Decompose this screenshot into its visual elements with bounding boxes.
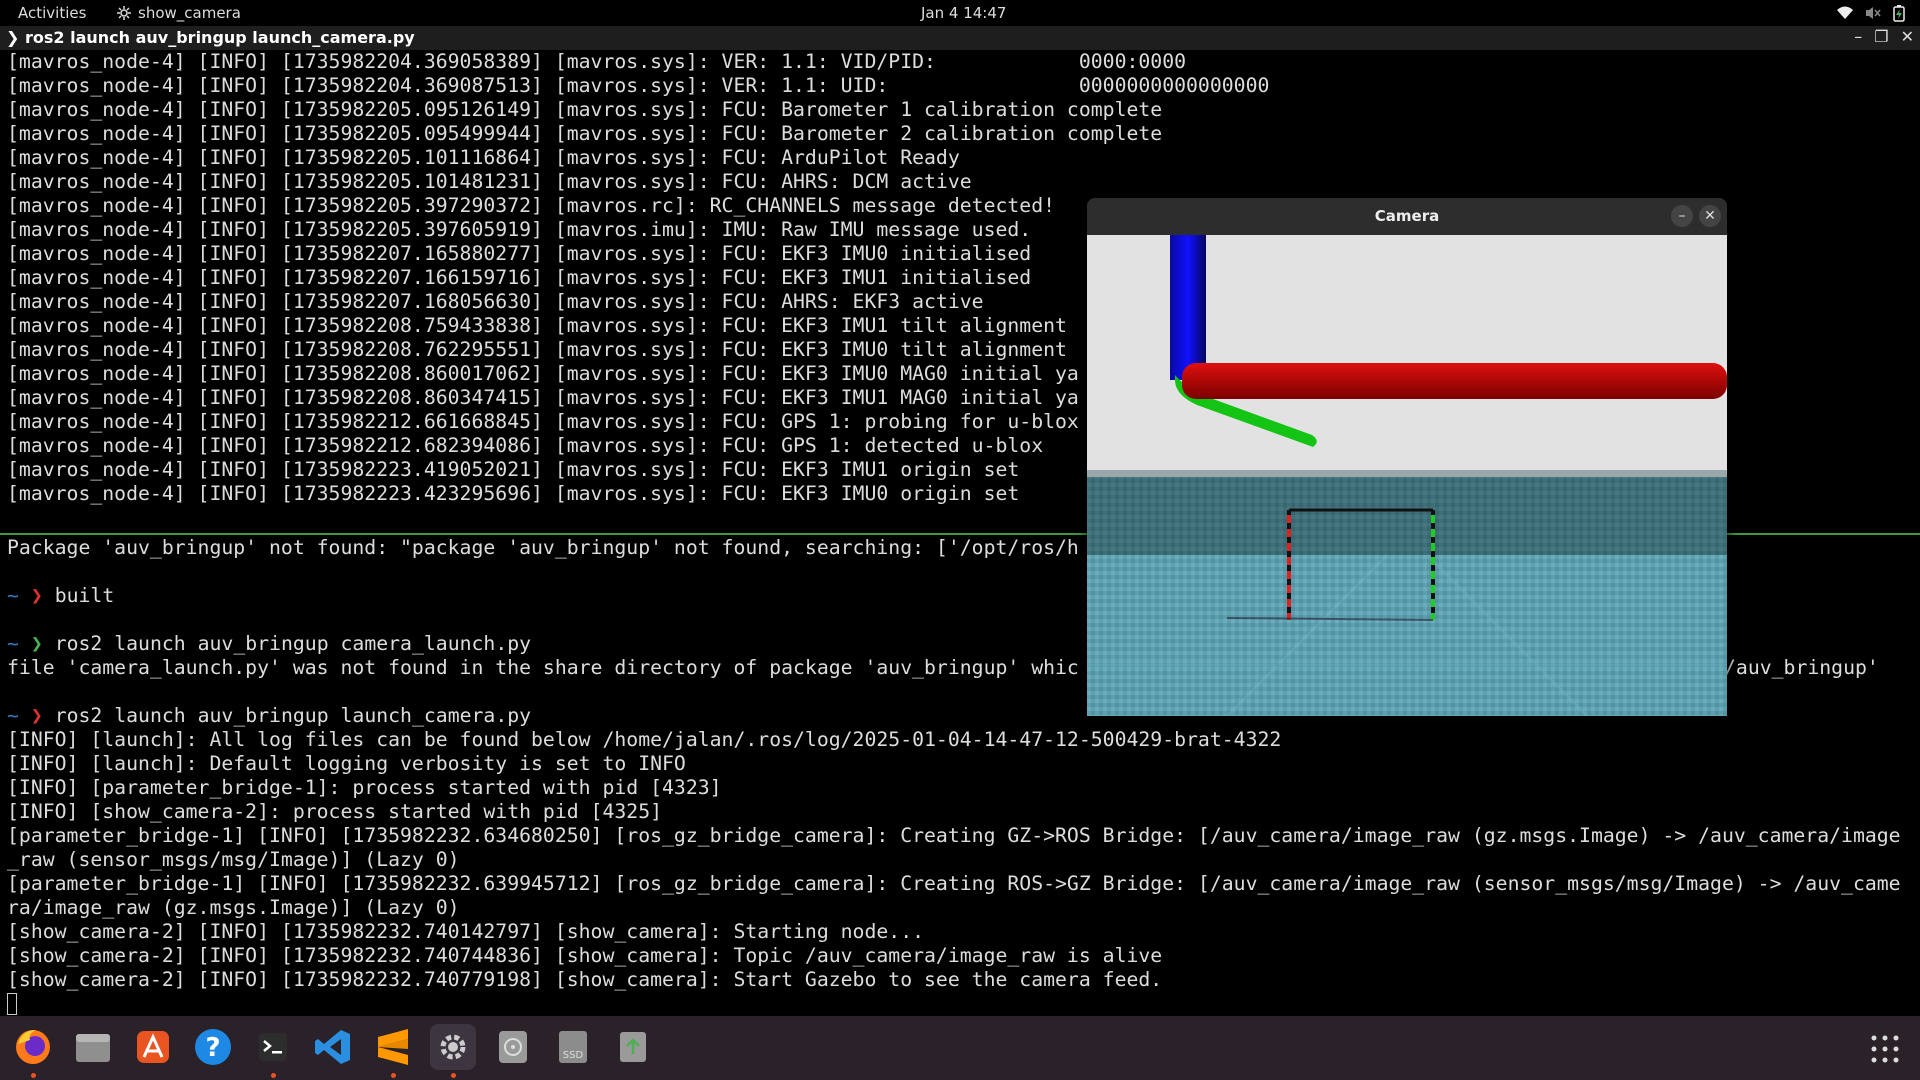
app-name: show_camera (138, 4, 241, 22)
log-line: [mavros_node-4] [INFO] [1735982212.66166… (7, 410, 1079, 433)
file-error-tail: /auv_bringup' (1724, 656, 1879, 679)
package-error-line: Package 'auv_bringup' not found: "packag… (7, 536, 1079, 559)
clock[interactable]: Jan 4 14:47 (921, 4, 1006, 22)
camera-feed (1087, 235, 1727, 716)
firefox-icon[interactable] (10, 1024, 56, 1070)
log-line: [INFO] [show_camera-2]: process started … (7, 800, 663, 823)
camera-window-title: Camera (1374, 207, 1440, 225)
vscode-icon[interactable] (310, 1024, 356, 1070)
files-icon[interactable] (70, 1024, 116, 1070)
log-line: _raw (sensor_msgs/msg/Image)] (Lazy 0) (7, 848, 460, 871)
sublime-icon[interactable] (370, 1024, 416, 1070)
log-line: [mavros_node-4] [INFO] [1735982207.16805… (7, 290, 984, 313)
log-line: [INFO] [launch]: Default logging verbosi… (7, 752, 686, 775)
running-indicator (451, 1073, 456, 1078)
app-grid-icon[interactable] (1870, 1034, 1900, 1068)
terminal-titlebar: ❯ ros2 launch auv_bringup launch_camera.… (0, 26, 1920, 50)
system-tray[interactable] (1836, 4, 1906, 22)
terminal-title: ❯ ros2 launch auv_bringup launch_camera.… (6, 28, 415, 47)
log-line: [parameter_bridge-1] [INFO] [1735982232.… (7, 872, 1901, 895)
log-line: [mavros_node-4] [INFO] [1735982223.41905… (7, 458, 1020, 481)
log-line: [show_camera-2] [INFO] [1735982232.74074… (7, 944, 1163, 967)
log-line: [mavros_node-4] [INFO] [1735982208.75943… (7, 314, 1067, 337)
wifi-icon (1837, 6, 1853, 19)
log-line: [mavros_node-4] [INFO] [1735982205.10148… (7, 170, 972, 193)
prompt-line-launch-camera: ~ ❯ ros2 launch auv_bringup launch_camer… (7, 704, 532, 727)
log-line: [mavros_node-4] [INFO] [1735982205.39760… (7, 218, 1032, 241)
top-bar: Activities show_camera Jan 4 14:47 (0, 0, 1920, 26)
log-line: [parameter_bridge-1] [INFO] [1735982232.… (7, 824, 1901, 847)
running-indicator (31, 1073, 36, 1078)
terminal-icon[interactable] (250, 1024, 296, 1070)
app-gear-icon (117, 6, 131, 20)
help-icon[interactable]: ? (190, 1024, 236, 1070)
log-line: [mavros_node-4] [INFO] [1735982205.10111… (7, 146, 960, 169)
log-line: [mavros_node-4] [INFO] [1735982204.36905… (7, 50, 1187, 73)
log-line: [show_camera-2] [INFO] [1735982232.74014… (7, 920, 925, 943)
log-line: [mavros_node-4] [INFO] [1735982212.68239… (7, 434, 1044, 457)
battery-charging-icon (1893, 5, 1905, 22)
terminal-cursor (7, 993, 17, 1015)
tab-chevron-icon: ❯ (6, 28, 25, 47)
log-line: [mavros_node-4] [INFO] [1735982207.16615… (7, 266, 1032, 289)
ssd-icon[interactable]: SSD (550, 1024, 596, 1070)
settings-icon[interactable] (430, 1024, 476, 1070)
camera-window[interactable]: Camera – ✕ (1087, 198, 1727, 716)
app-menu[interactable]: show_camera (116, 4, 241, 22)
log-line: [mavros_node-4] [INFO] [1735982205.39729… (7, 194, 1056, 217)
close-icon[interactable]: ✕ (1901, 27, 1914, 46)
trash-icon[interactable] (610, 1024, 656, 1070)
prompt-line-built: ~ ❯ built (7, 584, 115, 607)
log-line: [mavros_node-4] [INFO] [1735982205.09512… (7, 98, 1163, 121)
camera-minimize-button[interactable]: – (1671, 205, 1693, 227)
log-line: ra/image_raw (gz.msgs.Image)] (Lazy 0) (7, 896, 460, 919)
camera-titlebar[interactable]: Camera – ✕ (1087, 198, 1727, 235)
activities-button[interactable]: Activities (18, 4, 86, 22)
camera-close-button[interactable]: ✕ (1699, 205, 1721, 227)
log-line: [mavros_node-4] [INFO] [1735982223.42329… (7, 482, 1020, 505)
svg-text:?: ? (205, 1033, 220, 1063)
log-line: [mavros_node-4] [INFO] [1735982208.86034… (7, 386, 1079, 409)
volume-muted-icon (1866, 7, 1881, 19)
minimize-icon[interactable]: – (1854, 27, 1862, 46)
log-line: [mavros_node-4] [INFO] [1735982208.86001… (7, 362, 1079, 385)
log-line: [mavros_node-4] [INFO] [1735982205.09549… (7, 122, 1163, 145)
log-line: [mavros_node-4] [INFO] [1735982208.76229… (7, 338, 1067, 361)
maximize-icon[interactable]: ❐ (1874, 27, 1888, 46)
pool-floor (1087, 555, 1727, 716)
log-line: [INFO] [launch]: All log files can be fo… (7, 728, 1282, 751)
prompt-line-camera-launch: ~ ❯ ros2 launch auv_bringup camera_launc… (7, 632, 532, 655)
running-indicator (391, 1073, 396, 1078)
disks-icon[interactable] (490, 1024, 536, 1070)
dock: ? SSD (0, 1016, 1920, 1080)
log-line: [INFO] [parameter_bridge-1]: process sta… (7, 776, 722, 799)
log-line: [mavros_node-4] [INFO] [1735982204.36908… (7, 74, 1270, 97)
file-error-line: file 'camera_launch.py' was not found in… (7, 656, 1079, 679)
running-indicator (271, 1073, 276, 1078)
pool-wall (1087, 477, 1727, 555)
log-line: [show_camera-2] [INFO] [1735982232.74077… (7, 968, 1163, 991)
ssd-label: SSD (563, 1050, 584, 1061)
app-center-icon[interactable] (130, 1024, 176, 1070)
log-line: [mavros_node-4] [INFO] [1735982207.16588… (7, 242, 1032, 265)
